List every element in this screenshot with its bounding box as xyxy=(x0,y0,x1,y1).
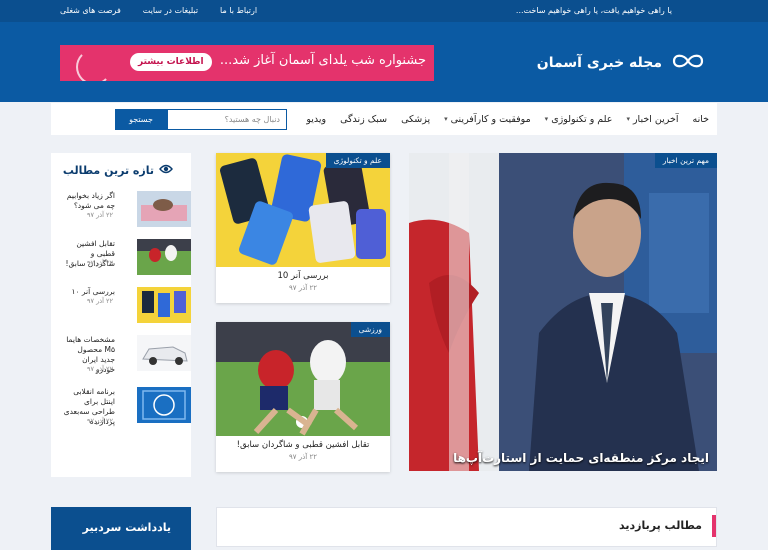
editor-note-box: یادداشت سردبیر xyxy=(51,507,191,550)
latest-thumb xyxy=(137,387,191,423)
latest-item[interactable]: اگر زیاد بخوابیم چه می شود؟ ۲۲ آذر ۹۷ xyxy=(51,191,191,231)
nav-label: سبک زندگی xyxy=(340,113,388,125)
article-card[interactable]: ورزشی تقابل افشین قطبی و شاگردان سابق! ۲… xyxy=(216,322,390,472)
latest-item-date: ۲۲ آذر ۹۷ xyxy=(87,297,113,305)
contact-link[interactable]: ارتباط با ما xyxy=(220,6,257,15)
nav-label: موفقیت و کارآفرینی xyxy=(450,113,531,125)
nav-label: خانه xyxy=(692,113,709,125)
hero-photo xyxy=(409,153,717,471)
editor-note-title: یادداشت سردبیر xyxy=(82,521,171,534)
latest-item-date: ۲۲ آذر ۹۷ xyxy=(87,365,113,373)
latest-item-date: ۲۲ آذر ۹۷ xyxy=(87,211,113,219)
advertising-link[interactable]: تبلیغات در سایت xyxy=(143,6,198,15)
latest-item-title[interactable]: اگر زیاد بخوابیم چه می شود؟ xyxy=(63,191,115,211)
nav-item-medical[interactable]: پزشکی xyxy=(401,114,430,125)
popular-posts-title: مطالب پربازدید xyxy=(619,519,702,532)
latest-item-date: ۲۲ آذر ۹۷ xyxy=(87,259,113,267)
chevron-down-icon: ▾ xyxy=(544,115,549,123)
top-marquee: یا راهی خواهیم یافت، یا راهی خواهیم ساخت… xyxy=(515,6,672,15)
nav-item-video[interactable]: ویدیو xyxy=(306,114,326,125)
nav-item-lifestyle[interactable]: سبک زندگی xyxy=(340,114,387,125)
card-tag[interactable]: علم و تکنولوژی xyxy=(325,153,390,168)
nav-item-home[interactable]: خانه xyxy=(692,114,709,125)
latest-thumb xyxy=(137,287,191,323)
search-box: دنبال چه هستید؟ جستجو xyxy=(65,109,287,130)
latest-thumb xyxy=(137,191,191,227)
hero-tag[interactable]: مهم ترین اخبار xyxy=(654,153,717,168)
yalda-banner[interactable]: جشنواره شب یلدای آسمان آغاز شد... اطلاعا… xyxy=(60,45,434,81)
nav-item-latest-news[interactable]: آخرین اخبار ▾ xyxy=(626,114,678,125)
card-date: ۲۲ آذر ۹۷ xyxy=(289,284,317,292)
latest-item-title[interactable]: بررسی آنر ۱۰ xyxy=(63,287,115,297)
top-links: ارتباط با ما تبلیغات در سایت فرصت های شغ… xyxy=(60,6,257,15)
latest-item[interactable]: مشخصات هایما M۵ محصول جدید ایران خودرو ۲… xyxy=(51,335,191,375)
nav-item-science-tech[interactable]: علم و تکنولوژی ▾ xyxy=(545,114,613,125)
latest-header: تازه ترین مطالب xyxy=(63,164,173,177)
card-title[interactable]: بررسی آنر 10 xyxy=(216,271,390,281)
hero-article[interactable]: مهم ترین اخبار ایجاد مرکز منطقه‌ای حمایت… xyxy=(409,153,717,471)
nav-item-success[interactable]: موفقیت و کارآفرینی ▾ xyxy=(444,114,531,125)
chevron-down-icon: ▾ xyxy=(444,115,448,123)
latest-posts: تازه ترین مطالب اگر زیاد بخوابیم چه می ش… xyxy=(51,153,191,477)
latest-title: تازه ترین مطالب xyxy=(62,164,154,177)
banner-swoosh-icon xyxy=(76,49,112,81)
banner-text: جشنواره شب یلدای آسمان آغاز شد... xyxy=(219,53,426,68)
nav-label: ویدیو xyxy=(306,113,327,125)
card-title[interactable]: تقابل افشین قطبی و شاگردان سابق! xyxy=(216,440,390,450)
search-button[interactable]: جستجو xyxy=(115,109,167,130)
article-card[interactable]: علم و تکنولوژی بررسی آنر 10 ۲۲ آذر ۹۷ xyxy=(216,153,390,303)
nav-label: علم و تکنولوژی xyxy=(551,113,613,125)
latest-item[interactable]: تقابل افشین قطبی و شاگردان سابق! ۲۲ آذر … xyxy=(51,239,191,279)
infinity-icon xyxy=(670,51,706,75)
popular-posts-box: مطالب پربازدید xyxy=(216,507,717,547)
top-bar: یا راهی خواهیم یافت، یا راهی خواهیم ساخت… xyxy=(0,0,768,22)
latest-thumb xyxy=(137,335,191,371)
site-logo[interactable]: مجله خبری آسمان xyxy=(537,51,706,75)
card-image xyxy=(216,153,390,267)
nav-label: پزشکی xyxy=(401,113,431,125)
jobs-link[interactable]: فرصت های شغلی xyxy=(60,6,121,15)
site-name: مجله خبری آسمان xyxy=(536,55,662,71)
site-header: مجله خبری آسمان جشنواره شب یلدای آسمان آ… xyxy=(0,22,768,102)
hero-caption[interactable]: ایجاد مرکز منطقه‌ای حمایت از استارت‌آپ‌ه… xyxy=(453,451,709,465)
latest-item[interactable]: برنامه انقلابی اینتل برای طراحی سه‌بعدی … xyxy=(51,387,191,427)
accent-bar xyxy=(712,515,716,537)
card-tag[interactable]: ورزشی xyxy=(350,322,390,337)
chevron-down-icon: ▾ xyxy=(626,115,630,123)
nav-label: آخرین اخبار xyxy=(632,113,679,125)
banner-more-button[interactable]: اطلاعات بیشتر xyxy=(130,53,212,71)
latest-item-date: ۲۲ آذر ۹۷ xyxy=(87,417,113,425)
latest-thumb xyxy=(137,239,191,275)
search-input[interactable]: دنبال چه هستید؟ xyxy=(167,109,287,130)
nav-menu: خانه آخرین اخبار ▾ علم و تکنولوژی ▾ موفقیت… xyxy=(306,103,709,135)
card-date: ۲۲ آذر ۹۷ xyxy=(289,453,317,461)
card-image xyxy=(216,322,390,436)
main-nav: خانه آخرین اخبار ▾ علم و تکنولوژی ▾ موفقیت… xyxy=(51,103,717,135)
eye-icon xyxy=(159,164,173,177)
latest-item[interactable]: بررسی آنر ۱۰ ۲۲ آذر ۹۷ xyxy=(51,287,191,327)
